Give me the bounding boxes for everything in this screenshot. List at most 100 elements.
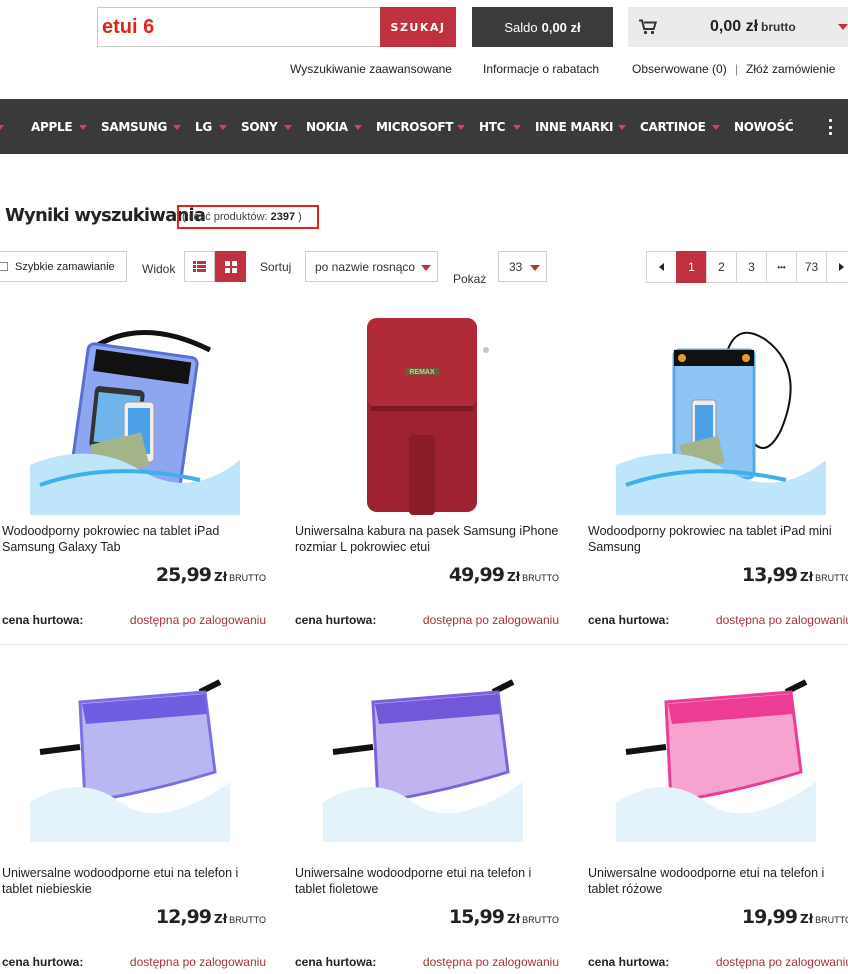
page-button-73[interactable]: 73 [796,251,827,283]
wholesale-login-link[interactable]: dostępna po zalogowaniu [423,955,559,969]
show-label: Pokaż [453,272,487,286]
search-box[interactable] [97,7,381,47]
next-page-button[interactable] [826,251,848,283]
per-page-select[interactable]: 33 [498,251,547,282]
saldo-button[interactable]: Saldo 0,00 zł [472,7,613,47]
price-value: 12,99 [155,906,212,928]
price-value: 15,99 [448,906,505,928]
product-image[interactable] [0,310,270,515]
wholesale-label: cena hurtowa: [588,613,670,627]
wholesale-label: cena hurtowa: [295,955,377,969]
product-name[interactable]: Wodoodporny pokrowiec na tablet iPad Sam… [2,523,267,555]
main-nav: APPLE SAMSUNG LG SONY NOKIA MICROSOFT HT… [0,99,848,154]
more-vertical-icon[interactable] [826,119,834,135]
product-price: 25,99 Zł BRUTTO [156,564,266,586]
product-image[interactable]: REMAX [293,310,563,515]
wholesale-login-link[interactable]: dostępna po zalogowaniu [130,955,266,969]
quick-order-label: Szybkie zamawianie [15,260,115,273]
place-order-link[interactable]: Złóż zamówienie [746,62,835,76]
product-image[interactable] [293,652,563,857]
price-currency: Zł [507,912,521,926]
wholesale-label: cena hurtowa: [2,613,84,627]
nav-item-apple[interactable]: APPLE [31,99,73,154]
page-ellipsis: ••• [766,251,797,283]
chevron-down-icon [618,125,626,130]
product-name[interactable]: Wodoodporny pokrowiec na tablet iPad min… [588,523,848,555]
product-card[interactable]: Uniwersalne wodoodporne etui na telefon … [0,652,270,972]
product-card[interactable]: Wodoodporny pokrowiec na tablet iPad Sam… [0,310,270,630]
prev-page-button[interactable] [646,251,677,283]
price-value: 19,99 [741,906,798,928]
chevron-down-icon [284,125,292,130]
chevron-down-icon [530,265,540,271]
price-suffix: BRUTTO [229,573,266,583]
product-image[interactable] [586,310,848,515]
nav-item-inne-marki[interactable]: INNE MARKI [535,99,613,154]
chevron-down-icon [421,265,431,271]
quick-order-toggle[interactable]: Szybkie zamawianie [0,251,127,282]
page-button-1[interactable]: 1 [676,251,707,283]
discounts-link[interactable]: Informacje o rabatach [483,62,599,76]
wholesale-label: cena hurtowa: [2,955,84,969]
row-divider [0,644,848,645]
link-separator: | [735,62,739,76]
sort-select[interactable]: po nazwie rosnąco [305,251,438,282]
page-button-3[interactable]: 3 [736,251,767,283]
search-button[interactable]: SZUKAJ [380,7,456,47]
product-card[interactable]: Uniwersalne wodoodporne etui na telefon … [293,652,563,972]
price-currency: Zł [214,570,228,584]
search-input[interactable] [98,8,381,46]
nav-item-htc[interactable]: HTC [479,99,505,154]
price-value: 49,99 [448,564,505,586]
product-name[interactable]: Uniwersalne wodoodporne etui na telefon … [295,865,560,897]
saldo-value: 0,00 zł [541,19,581,35]
price-suffix: BRUTTO [522,573,559,583]
price-suffix: BRUTTO [229,915,266,925]
sort-label: Sortuj [260,260,292,274]
product-name[interactable]: Uniwersalne wodoodporne etui na telefon … [588,865,848,897]
chevron-left-icon [659,263,664,271]
nav-item-lg[interactable]: LG [195,99,212,154]
chevron-down-icon [354,125,362,130]
product-price: 13,99ZłBRUTTO [742,564,848,586]
product-name[interactable]: Uniwersalna kabura na pasek Samsung iPho… [295,523,560,555]
product-price: 19,99ZłBRUTTO [742,906,848,928]
nav-item-sony[interactable]: SONY [241,99,278,154]
price-currency: Zł [214,912,228,926]
product-image[interactable] [586,652,848,857]
product-name[interactable]: Uniwersalne wodoodporne etui na telefon … [2,865,267,897]
wholesale-login-link[interactable]: dostępna po zalogowaniu [423,613,559,627]
product-card[interactable]: Uniwersalne wodoodporne etui na telefon … [586,652,848,972]
list-view-button[interactable] [184,251,215,282]
quick-order-checkbox[interactable] [0,262,8,271]
wholesale-login-link[interactable]: dostępna po zalogowaniu [716,613,848,627]
product-image[interactable] [0,652,270,857]
cart-amount: 0,00 zł [710,18,759,35]
product-card[interactable]: Wodoodporny pokrowiec na tablet iPad min… [586,310,848,630]
price-suffix: BRUTTO [522,915,559,925]
cart-icon [639,19,657,35]
cart-button[interactable]: 0,00 zł brutto [628,7,848,47]
product-price: 12,99 Zł BRUTTO [156,906,266,928]
nav-item-nowosc[interactable]: NOWOŚĆ [734,99,794,154]
chevron-down-icon [219,125,227,130]
wholesale-login-link[interactable]: dostępna po zalogowaniu [130,613,266,627]
advanced-search-link[interactable]: Wyszukiwanie zaawansowane [290,62,452,76]
nav-item-nokia[interactable]: NOKIA [306,99,348,154]
wholesale-login-link[interactable]: dostępna po zalogowaniu [716,955,848,969]
results-count-suffix: ) [298,211,302,223]
watched-link[interactable]: Obserwowane (0) [632,62,727,76]
nav-item-cartinoe[interactable]: CARTINOE [640,99,706,154]
price-suffix: BRUTTO [815,573,848,583]
page-title: Wyniki wyszukiwania [5,205,206,226]
grid-view-button[interactable] [215,251,246,282]
price-currency: Zł [507,570,521,584]
chevron-down-icon [513,125,521,130]
page-button-2[interactable]: 2 [706,251,737,283]
nav-item-samsung[interactable]: SAMSUNG [101,99,167,154]
product-card[interactable]: REMAX Uniwersalna kabura na pasek Samsun… [293,310,563,630]
results-count-prefix: ( ilość produktów: [182,211,268,223]
grid-view-icon [224,260,237,273]
nav-item-microsoft[interactable]: MICROSOFT [376,99,453,154]
per-page-value: 33 [509,259,523,274]
